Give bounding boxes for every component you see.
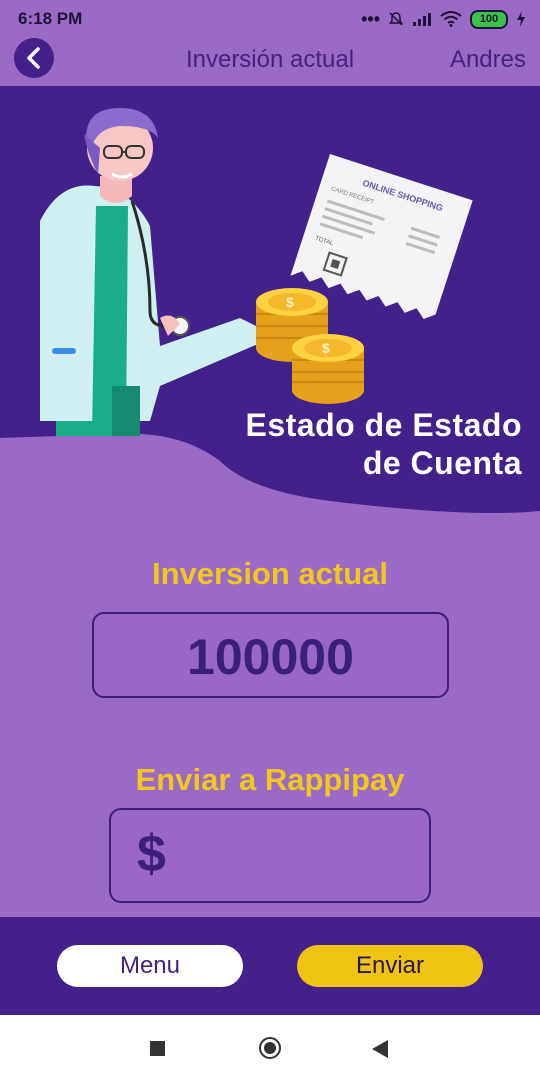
send-label: Enviar a Rappipay bbox=[135, 762, 405, 797]
status-time: 6:18 PM bbox=[18, 9, 83, 28]
bottom-action-bar: Menu Enviar bbox=[0, 917, 540, 1015]
svg-text:$: $ bbox=[286, 294, 294, 310]
send-amount-box[interactable]: $ bbox=[109, 808, 431, 903]
mute-bell-icon bbox=[389, 12, 403, 26]
wifi-icon bbox=[440, 11, 462, 27]
status-bar: 6:18 PM ••• 100 bbox=[0, 0, 540, 38]
banner-title: Estado de Estado de Cuenta bbox=[246, 406, 523, 482]
charging-icon bbox=[517, 11, 525, 27]
status-icons: ••• 100 bbox=[361, 8, 526, 30]
investment-value-box: 100000 bbox=[92, 612, 449, 698]
dollar-sign: $ bbox=[137, 825, 166, 883]
signal-icon bbox=[413, 13, 431, 26]
send-amount-input[interactable] bbox=[191, 824, 425, 886]
investment-value: 100000 bbox=[187, 629, 354, 685]
user-name: Andres bbox=[449, 46, 526, 73]
menu-button[interactable]: Menu bbox=[57, 945, 243, 987]
svg-text:$: $ bbox=[322, 340, 330, 356]
battery-icon: 100 bbox=[470, 9, 508, 29]
more-dots-icon: ••• bbox=[361, 9, 380, 29]
banner-title-line-2: de Cuenta bbox=[362, 445, 522, 481]
home-icon[interactable] bbox=[259, 1037, 281, 1059]
header-banner: ONLINE SHOPPING CARD RECEIPT TOTAL $ $ E… bbox=[0, 86, 540, 516]
investment-label: Inversion actual bbox=[151, 556, 389, 591]
recents-icon[interactable] bbox=[150, 1041, 165, 1056]
send-button[interactable]: Enviar bbox=[297, 945, 483, 987]
app-bar: Inversión actual Andres bbox=[0, 38, 540, 84]
system-nav-bar bbox=[0, 1015, 540, 1080]
banner-title-line-1: Estado de Estado bbox=[245, 407, 522, 443]
back-triangle-icon[interactable] bbox=[372, 1040, 388, 1058]
